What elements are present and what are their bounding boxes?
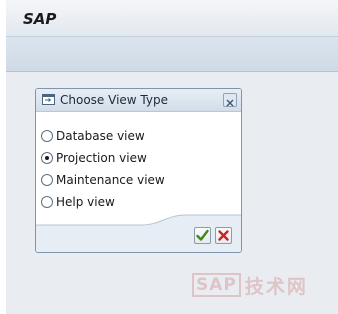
radio-maintenance-view[interactable] [41, 174, 53, 186]
watermark: SAP 技术网 [192, 272, 308, 298]
radio-projection-view[interactable] [41, 152, 53, 164]
cancel-button[interactable] [215, 227, 232, 244]
option-maintenance-view[interactable]: Maintenance view [41, 169, 165, 191]
dialog-title: Choose View Type [60, 93, 168, 107]
app-title: SAP [23, 10, 57, 28]
radio-database-view[interactable] [41, 130, 53, 142]
option-database-view[interactable]: Database view [41, 125, 165, 147]
option-label: Database view [56, 129, 145, 143]
radio-help-view[interactable] [41, 196, 53, 208]
ok-button[interactable] [194, 227, 211, 244]
option-label: Maintenance view [56, 173, 165, 187]
watermark-logo: SAP [192, 273, 241, 297]
dialog-header[interactable]: Choose View Type [36, 89, 241, 112]
title-bar: SAP [6, 0, 338, 36]
option-projection-view[interactable]: Projection view [41, 147, 165, 169]
application-toolbar [6, 36, 338, 72]
checkmark-icon [196, 229, 209, 241]
cancel-x-icon [218, 230, 229, 241]
close-icon [226, 99, 234, 107]
choose-view-type-dialog: Choose View Type Database view Projectio… [35, 88, 242, 253]
watermark-text: 技术网 [244, 275, 308, 298]
option-label: Projection view [56, 151, 147, 165]
view-type-options: Database view Projection view Maintenanc… [41, 125, 165, 213]
close-button[interactable] [223, 93, 237, 107]
option-help-view[interactable]: Help view [41, 191, 165, 213]
dialog-window-icon [42, 94, 55, 105]
option-label: Help view [56, 195, 115, 209]
